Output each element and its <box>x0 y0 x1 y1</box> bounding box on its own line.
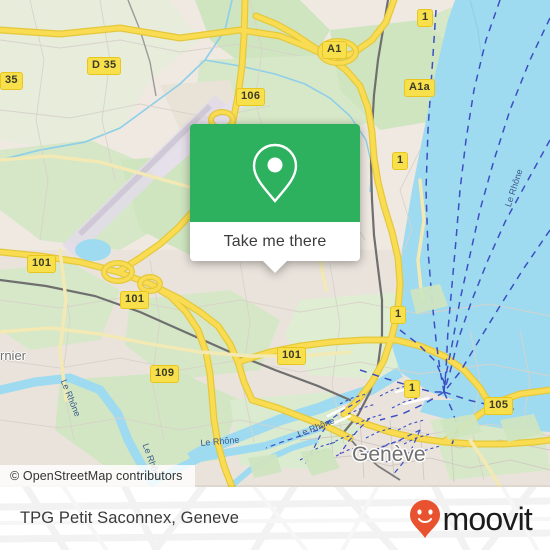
road-shield-106: 106 <box>236 88 266 106</box>
moovit-smiling-pin-icon <box>409 499 440 538</box>
attribution-text: © OpenStreetMap contributors <box>10 469 183 483</box>
place-label: Genève <box>352 443 426 466</box>
road-shield-105: 105 <box>484 397 514 415</box>
road-shield-1: 1 <box>390 306 407 324</box>
road-shield-101: 101 <box>120 291 150 309</box>
popup-action-label: Take me there <box>223 232 327 250</box>
place-title: TPG Petit Saconnex, Geneve <box>20 509 240 527</box>
moovit-logo[interactable]: moovit <box>409 499 533 539</box>
road-shield-a1: A1 <box>322 41 347 59</box>
popup-tail <box>263 261 287 273</box>
road-shield-d35: D 35 <box>87 57 122 75</box>
footer-bar: TPG Petit Saconnex, Geneve moovit <box>0 487 550 550</box>
place-label: rnier <box>0 348 27 363</box>
road-shield-1: 1 <box>392 152 409 170</box>
map-pin-icon <box>252 143 298 203</box>
moovit-map-screenshot: Genève rnier Le Rhône Le Rhône Le Rhône Le Rh… <box>0 0 550 550</box>
popup-pin-panel <box>190 124 360 222</box>
road-shield-101: 101 <box>27 255 57 273</box>
take-me-there-popup[interactable]: Take me there <box>190 124 360 273</box>
road-shield-35: 35 <box>0 72 23 90</box>
road-shield-a1a: A1a <box>404 79 436 97</box>
map-canvas[interactable]: Genève rnier Le Rhône Le Rhône Le Rhône Le Rh… <box>0 0 550 487</box>
road-shield-109: 109 <box>150 365 180 383</box>
moovit-wordmark: moovit <box>442 500 533 537</box>
road-shield-101: 101 <box>277 347 307 365</box>
road-shield-1: 1 <box>417 9 434 27</box>
map-attribution[interactable]: © OpenStreetMap contributors <box>0 465 195 487</box>
road-shield-1: 1 <box>404 380 421 398</box>
popup-action-bar[interactable]: Take me there <box>190 222 360 261</box>
